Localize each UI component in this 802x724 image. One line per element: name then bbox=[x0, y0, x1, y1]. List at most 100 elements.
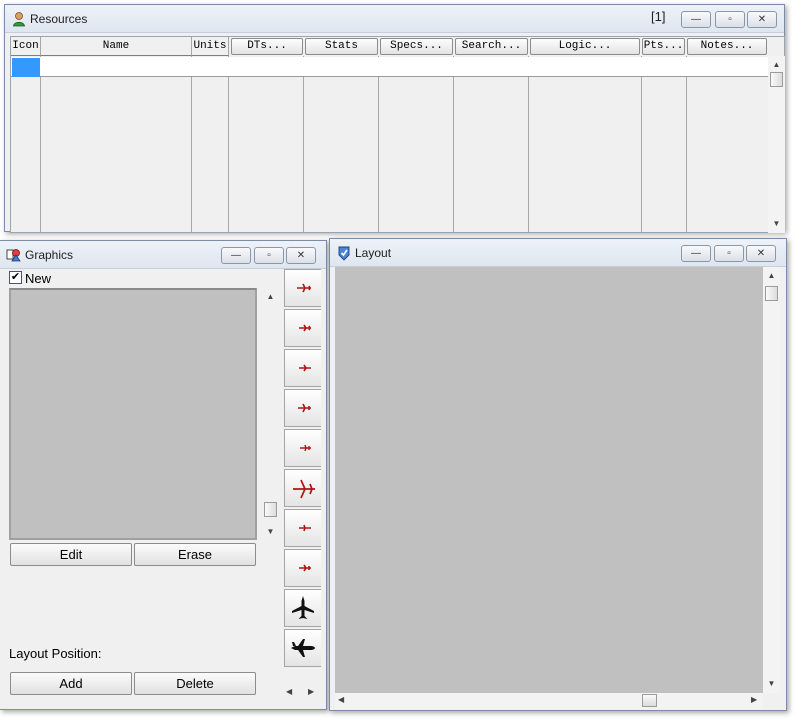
column-divider bbox=[642, 56, 687, 232]
layout-titlebar[interactable]: Layout — ▫ ✕ bbox=[330, 239, 786, 267]
edit-button[interactable]: Edit bbox=[10, 543, 132, 566]
minimize-icon: — bbox=[691, 14, 701, 25]
graphics-titlebar[interactable]: Graphics — ▫ ✕ bbox=[0, 241, 326, 269]
graphics-restore-button[interactable]: ▫ bbox=[254, 247, 284, 264]
scroll-up-arrow-icon[interactable]: ▲ bbox=[768, 58, 785, 72]
library-item-1[interactable] bbox=[284, 269, 321, 307]
graphics-palette-icon bbox=[6, 247, 22, 263]
library-item-4[interactable] bbox=[284, 389, 321, 427]
small-jet-icon bbox=[297, 283, 311, 293]
resources-close-button[interactable]: ✕ bbox=[747, 11, 777, 28]
close-icon: ✕ bbox=[756, 248, 766, 259]
erase-button[interactable]: Erase bbox=[134, 543, 256, 566]
resources-vertical-scrollbar[interactable]: ▲ ▼ bbox=[768, 56, 785, 233]
notes-button[interactable]: Notes... bbox=[687, 38, 767, 55]
graphics-close-button[interactable]: ✕ bbox=[286, 247, 316, 264]
column-divider bbox=[454, 56, 529, 232]
close-icon: ✕ bbox=[757, 14, 767, 25]
column-header-icon[interactable]: Icon bbox=[11, 37, 41, 56]
library-item-2[interactable] bbox=[284, 309, 321, 347]
add-button[interactable]: Add bbox=[10, 672, 132, 695]
airliner-side-icon bbox=[291, 639, 315, 657]
scroll-up-arrow-icon[interactable]: ▲ bbox=[763, 269, 780, 283]
minimize-icon: — bbox=[231, 250, 241, 261]
scroll-thumb[interactable] bbox=[770, 72, 783, 87]
resources-title: Resources bbox=[30, 12, 88, 26]
minimize-icon: — bbox=[691, 248, 701, 259]
column-divider bbox=[304, 56, 379, 232]
delete-button[interactable]: Delete bbox=[134, 672, 256, 695]
layout-title: Layout bbox=[355, 246, 392, 260]
column-divider bbox=[41, 56, 192, 232]
layout-map-icon bbox=[336, 245, 352, 261]
scroll-down-arrow-icon[interactable]: ▼ bbox=[763, 677, 780, 691]
small-jet-icon bbox=[299, 524, 311, 532]
scroll-thumb[interactable] bbox=[264, 502, 277, 517]
restore-icon: ▫ bbox=[727, 248, 731, 259]
library-scroll-right-icon[interactable]: ▶ bbox=[308, 687, 314, 696]
layout-canvas[interactable] bbox=[335, 267, 763, 693]
resources-window: Resources [1] — ▫ ✕ Icon Name Units DTs.… bbox=[4, 4, 785, 233]
new-checkbox-label: New bbox=[25, 271, 52, 286]
resources-minimize-button[interactable]: — bbox=[681, 11, 711, 28]
resources-grid[interactable]: Icon Name Units DTs... Stats Specs... Se… bbox=[10, 36, 785, 233]
new-checkbox[interactable]: ✔ bbox=[9, 271, 22, 284]
restore-icon: ▫ bbox=[728, 14, 732, 25]
close-icon: ✕ bbox=[296, 250, 306, 261]
dts-button[interactable]: DTs... bbox=[231, 38, 303, 55]
column-divider bbox=[11, 56, 41, 232]
layout-position-label: Layout Position: bbox=[9, 646, 102, 661]
library-item-9[interactable] bbox=[284, 589, 321, 627]
small-jet-icon bbox=[299, 324, 311, 332]
large-jet-icon bbox=[293, 479, 315, 499]
column-divider bbox=[229, 56, 304, 232]
small-jet-icon bbox=[298, 403, 311, 413]
scroll-down-arrow-icon[interactable]: ▼ bbox=[262, 525, 279, 539]
column-divider bbox=[687, 56, 769, 232]
library-item-6[interactable] bbox=[284, 469, 321, 507]
scroll-down-arrow-icon[interactable]: ▼ bbox=[768, 217, 785, 231]
scroll-up-arrow-icon[interactable]: ▲ bbox=[262, 290, 279, 304]
column-header-units[interactable]: Units bbox=[192, 37, 229, 56]
graphics-title: Graphics bbox=[25, 248, 74, 262]
search-button[interactable]: Search... bbox=[455, 38, 528, 55]
person-icon bbox=[11, 11, 27, 27]
graphics-preview[interactable] bbox=[9, 288, 257, 540]
specs-button[interactable]: Specs... bbox=[380, 38, 453, 55]
graphics-preview-scrollbar[interactable]: ▲ ▼ bbox=[262, 288, 279, 540]
selected-cell[interactable] bbox=[12, 58, 40, 77]
small-jet-icon bbox=[300, 444, 311, 452]
table-row[interactable] bbox=[11, 57, 769, 77]
layout-restore-button[interactable]: ▫ bbox=[714, 245, 744, 262]
restore-icon: ▫ bbox=[267, 250, 271, 261]
airliner-top-icon bbox=[292, 596, 314, 619]
column-header-name[interactable]: Name bbox=[41, 37, 192, 56]
checkmark-icon: ✔ bbox=[10, 271, 21, 283]
library-scroll-left-icon[interactable]: ◀ bbox=[286, 687, 292, 696]
graphics-minimize-button[interactable]: — bbox=[221, 247, 251, 264]
resources-restore-button[interactable]: ▫ bbox=[715, 11, 745, 28]
layout-horizontal-scrollbar[interactable]: ◀ ▶ bbox=[335, 693, 763, 709]
scroll-thumb[interactable] bbox=[765, 286, 778, 301]
logic-button[interactable]: Logic... bbox=[530, 38, 640, 55]
column-divider bbox=[529, 56, 642, 232]
layout-minimize-button[interactable]: — bbox=[681, 245, 711, 262]
layout-vertical-scrollbar[interactable]: ▲ ▼ bbox=[763, 267, 780, 693]
library-item-10[interactable] bbox=[284, 629, 321, 667]
resources-counter: [1] bbox=[651, 9, 666, 24]
scroll-left-arrow-icon[interactable]: ◀ bbox=[338, 695, 344, 704]
library-item-5[interactable] bbox=[284, 429, 321, 467]
library-item-3[interactable] bbox=[284, 349, 321, 387]
small-jet-icon bbox=[299, 564, 311, 572]
library-item-8[interactable] bbox=[284, 549, 321, 587]
column-divider bbox=[379, 56, 454, 232]
layout-close-button[interactable]: ✕ bbox=[746, 245, 776, 262]
stats-button[interactable]: Stats bbox=[305, 38, 378, 55]
small-jet-icon bbox=[299, 364, 311, 372]
resources-titlebar[interactable]: Resources [1] — ▫ ✕ bbox=[5, 5, 784, 33]
pts-button[interactable]: Pts... bbox=[642, 38, 685, 55]
scroll-thumb[interactable] bbox=[642, 694, 657, 707]
library-item-7[interactable] bbox=[284, 509, 321, 547]
scroll-right-arrow-icon[interactable]: ▶ bbox=[751, 695, 757, 704]
layout-window: Layout — ▫ ✕ ▲ ▼ ◀ ▶ bbox=[329, 238, 787, 711]
